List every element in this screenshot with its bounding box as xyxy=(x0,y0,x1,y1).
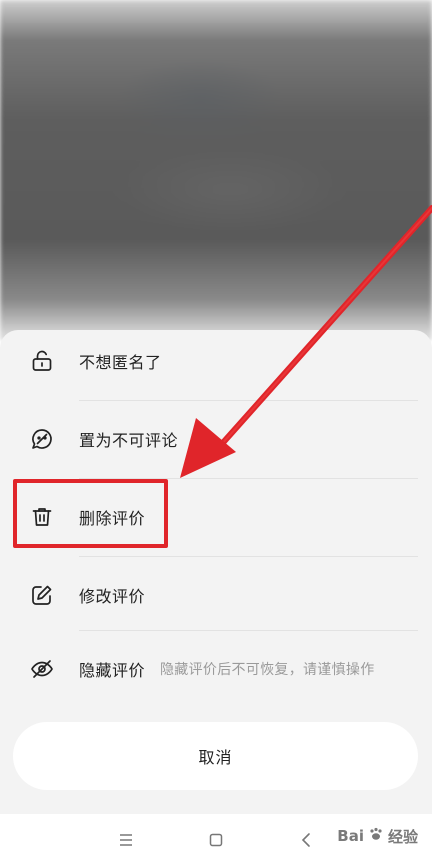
menu-item-label: 修改评价 xyxy=(79,587,146,606)
no-comment-icon xyxy=(30,427,54,451)
eye-off-icon xyxy=(30,657,54,681)
hide-warning-hint: 隐藏评价后不可恢复，请谨慎操作 xyxy=(160,662,375,678)
highlight-box xyxy=(13,479,168,548)
menu-item-unanonymize[interactable]: 不想匿名了 xyxy=(0,322,432,400)
watermark-brand: Bai xyxy=(337,827,364,845)
menu-icon[interactable] xyxy=(114,828,138,852)
menu-item-label: 隐藏评价 xyxy=(79,661,146,680)
unlock-icon xyxy=(30,349,54,373)
menu-item-label: 置为不可评论 xyxy=(79,431,179,450)
menu-item-hide-review[interactable]: 隐藏评价 隐藏评价后不可恢复，请谨慎操作 xyxy=(0,630,432,708)
cancel-button[interactable]: 取消 xyxy=(13,722,418,790)
menu-item-label: 不想匿名了 xyxy=(79,353,162,372)
paw-icon xyxy=(368,826,384,846)
back-icon[interactable] xyxy=(294,828,318,852)
edit-icon xyxy=(30,583,54,607)
home-icon[interactable] xyxy=(204,828,228,852)
baidu-watermark: Bai 经验 xyxy=(337,818,418,854)
blurred-background xyxy=(0,0,432,340)
menu-item-edit-review[interactable]: 修改评价 xyxy=(0,556,432,634)
watermark-brand-2: 经验 xyxy=(387,827,418,846)
menu-item-disable-comments[interactable]: 置为不可评论 xyxy=(0,400,432,478)
